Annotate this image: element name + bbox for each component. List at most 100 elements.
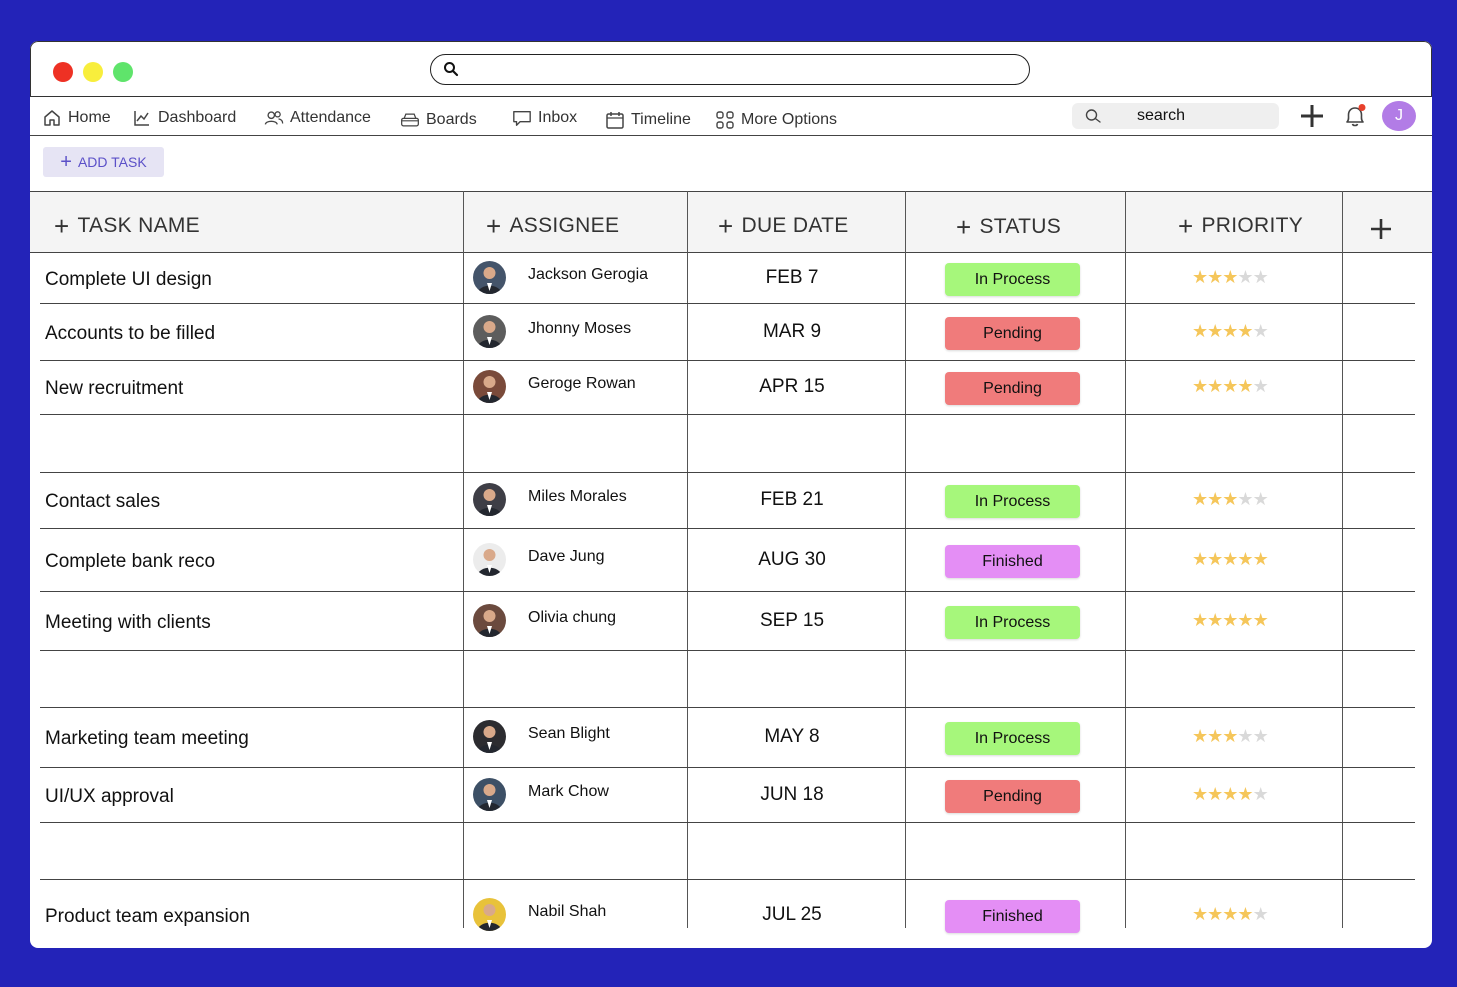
- status-badge[interactable]: In Process: [945, 605, 1080, 639]
- task-name[interactable]: Product team expansion: [45, 906, 250, 928]
- priority-rating[interactable]: ★ ★ ★ ★ ★: [1192, 322, 1269, 340]
- priority-rating[interactable]: ★ ★ ★ ★ ★: [1192, 785, 1269, 803]
- star-icon[interactable]: ★: [1237, 550, 1253, 568]
- star-icon[interactable]: ★: [1192, 727, 1208, 745]
- assignee-name[interactable]: Nabil Shah: [528, 903, 606, 921]
- star-icon[interactable]: ★: [1253, 905, 1269, 923]
- table-row[interactable]: New recruitment Geroge Rowan APR 15 Pending…: [40, 361, 1415, 415]
- star-icon[interactable]: ★: [1222, 377, 1238, 395]
- task-name[interactable]: Complete UI design: [45, 269, 212, 291]
- priority-rating[interactable]: ★ ★ ★ ★ ★: [1192, 905, 1269, 923]
- add-icon[interactable]: [1298, 102, 1326, 130]
- star-icon[interactable]: ★: [1222, 550, 1238, 568]
- star-icon[interactable]: ★: [1253, 322, 1269, 340]
- star-icon[interactable]: ★: [1207, 611, 1223, 629]
- star-icon[interactable]: ★: [1207, 377, 1223, 395]
- task-name[interactable]: New recruitment: [45, 378, 183, 400]
- star-icon[interactable]: ★: [1253, 611, 1269, 629]
- star-icon[interactable]: ★: [1222, 905, 1238, 923]
- star-icon[interactable]: ★: [1237, 377, 1253, 395]
- assignee-name[interactable]: Miles Morales: [528, 488, 627, 506]
- assignee-name[interactable]: Olivia chung: [528, 609, 616, 627]
- user-avatar[interactable]: J: [1382, 101, 1416, 131]
- due-date[interactable]: JUL 25: [692, 904, 892, 926]
- due-date[interactable]: MAY 8: [692, 726, 892, 748]
- star-icon[interactable]: ★: [1253, 268, 1269, 286]
- star-icon[interactable]: ★: [1192, 550, 1208, 568]
- star-icon[interactable]: ★: [1253, 727, 1269, 745]
- due-date[interactable]: JUN 18: [692, 784, 892, 806]
- nav-item-home[interactable]: Home: [42, 108, 111, 128]
- column-header-due-date[interactable]: + DUE DATE: [718, 213, 849, 239]
- task-name[interactable]: Accounts to be filled: [45, 323, 215, 345]
- table-row[interactable]: Complete bank reco Dave Jung AUG 30 Finishe…: [40, 529, 1415, 592]
- task-name[interactable]: Contact sales: [45, 491, 160, 513]
- star-icon[interactable]: ★: [1192, 785, 1208, 803]
- star-icon[interactable]: ★: [1222, 268, 1238, 286]
- star-icon[interactable]: ★: [1207, 785, 1223, 803]
- task-name[interactable]: Marketing team meeting: [45, 728, 249, 750]
- nav-item-inbox[interactable]: Inbox: [512, 108, 577, 128]
- status-badge[interactable]: Finished: [945, 544, 1080, 578]
- star-icon[interactable]: ★: [1207, 268, 1223, 286]
- table-row[interactable]: Contact sales Miles Morales FEB 21 In Proce…: [40, 473, 1415, 529]
- assignee-name[interactable]: Jackson Gerogia: [528, 266, 648, 284]
- priority-rating[interactable]: ★ ★ ★ ★ ★: [1192, 727, 1269, 745]
- star-icon[interactable]: ★: [1222, 322, 1238, 340]
- status-badge[interactable]: Pending: [945, 316, 1080, 350]
- priority-rating[interactable]: ★ ★ ★ ★ ★: [1192, 377, 1269, 395]
- nav-item-attendance[interactable]: Attendance: [264, 108, 371, 128]
- star-icon[interactable]: ★: [1222, 727, 1238, 745]
- empty-table-row[interactable]: [40, 415, 1415, 473]
- table-row[interactable]: UI/UX approval Mark Chow JUN 18 Pending ★ ★ ★ ★…: [40, 768, 1415, 823]
- star-icon[interactable]: ★: [1253, 785, 1269, 803]
- column-header-priority[interactable]: + PRIORITY: [1178, 213, 1303, 239]
- table-row[interactable]: Meeting with clients Olivia chung SEP 15 In…: [40, 592, 1415, 651]
- star-icon[interactable]: ★: [1237, 785, 1253, 803]
- table-row[interactable]: Product team expansion Nabil Shah JUL 25 Fi…: [40, 880, 1415, 948]
- star-icon[interactable]: ★: [1222, 785, 1238, 803]
- due-date[interactable]: FEB 21: [692, 489, 892, 511]
- status-badge[interactable]: In Process: [945, 262, 1080, 296]
- task-name[interactable]: UI/UX approval: [45, 786, 174, 808]
- star-icon[interactable]: ★: [1253, 550, 1269, 568]
- due-date[interactable]: MAR 9: [692, 321, 892, 343]
- status-badge[interactable]: Pending: [945, 372, 1080, 405]
- column-header-assignee[interactable]: + ASSIGNEE: [486, 213, 619, 239]
- assignee-name[interactable]: Dave Jung: [528, 548, 605, 566]
- star-icon[interactable]: ★: [1207, 550, 1223, 568]
- star-icon[interactable]: ★: [1192, 611, 1208, 629]
- minimize-window-button[interactable]: [83, 62, 103, 82]
- due-date[interactable]: FEB 7: [692, 267, 892, 289]
- status-badge[interactable]: In Process: [945, 722, 1080, 755]
- notification-bell-icon[interactable]: [1341, 102, 1369, 130]
- star-icon[interactable]: ★: [1237, 490, 1253, 508]
- star-icon[interactable]: ★: [1207, 905, 1223, 923]
- star-icon[interactable]: ★: [1253, 377, 1269, 395]
- star-icon[interactable]: ★: [1237, 611, 1253, 629]
- assignee-name[interactable]: Geroge Rowan: [528, 375, 636, 393]
- table-row[interactable]: Marketing team meeting Sean Blight MAY 8 In…: [40, 708, 1415, 768]
- star-icon[interactable]: ★: [1192, 905, 1208, 923]
- nav-item-more-options[interactable]: More Options: [715, 110, 837, 130]
- nav-item-timeline[interactable]: Timeline: [605, 110, 691, 130]
- status-badge[interactable]: In Process: [945, 485, 1080, 518]
- star-icon[interactable]: ★: [1207, 490, 1223, 508]
- due-date[interactable]: AUG 30: [692, 549, 892, 571]
- table-row[interactable]: Complete UI design Jackson Gerogia FEB 7 In…: [40, 253, 1415, 304]
- priority-rating[interactable]: ★ ★ ★ ★ ★: [1192, 550, 1269, 568]
- assignee-name[interactable]: Jhonny Moses: [528, 320, 631, 338]
- nav-item-boards[interactable]: Boards: [400, 110, 477, 130]
- star-icon[interactable]: ★: [1237, 322, 1253, 340]
- close-window-button[interactable]: [53, 62, 73, 82]
- star-icon[interactable]: ★: [1222, 490, 1238, 508]
- star-icon[interactable]: ★: [1192, 377, 1208, 395]
- star-icon[interactable]: ★: [1222, 611, 1238, 629]
- assignee-name[interactable]: Sean Blight: [528, 725, 610, 743]
- priority-rating[interactable]: ★ ★ ★ ★ ★: [1192, 490, 1269, 508]
- star-icon[interactable]: ★: [1207, 322, 1223, 340]
- add-column-icon[interactable]: [1370, 218, 1392, 240]
- nav-item-dashboard[interactable]: Dashboard: [132, 108, 236, 128]
- star-icon[interactable]: ★: [1192, 268, 1208, 286]
- star-icon[interactable]: ★: [1237, 268, 1253, 286]
